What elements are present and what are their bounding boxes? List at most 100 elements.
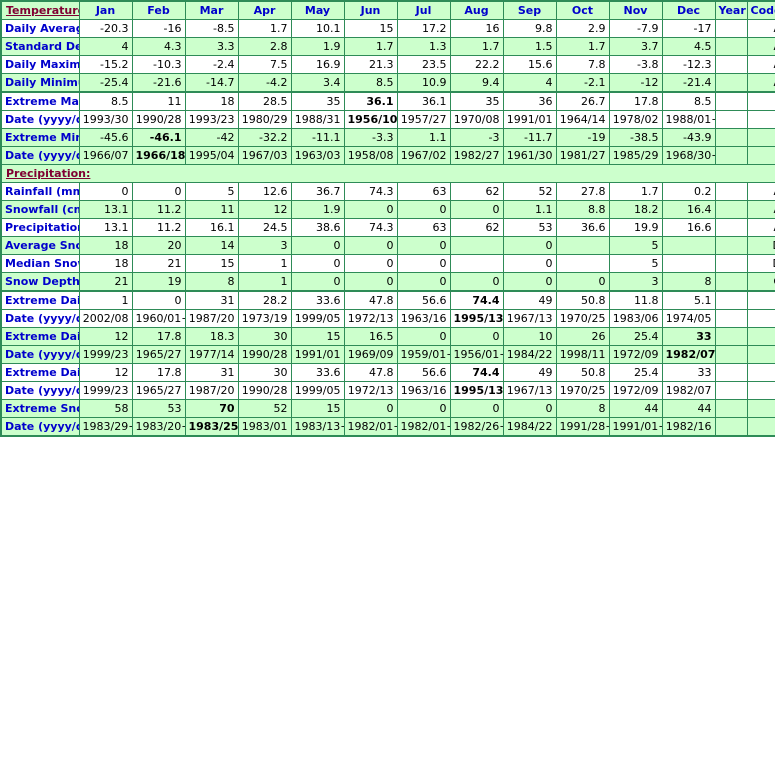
row-label: Extreme Daily Rainfall (mm)	[0, 290, 80, 310]
column-header-aug: Aug	[449, 0, 504, 20]
table-body: Temperature:JanFebMarAprMayJunJulAugSepO…	[0, 0, 775, 437]
cell-sep: 52	[502, 182, 557, 201]
cell-aug: 1956/01+	[449, 345, 504, 364]
cell-dec: 1982/07	[661, 381, 716, 400]
cell-jun: 74.3	[343, 182, 398, 201]
cell-sep: 1984/22	[502, 345, 557, 364]
cell-aug: 1970/08	[449, 110, 504, 129]
column-header-oct: Oct	[555, 0, 610, 20]
cell-dec: -12.3	[661, 55, 716, 74]
cell-sep: 1.5	[502, 37, 557, 56]
column-header-year: Year	[714, 0, 748, 20]
cell-sep: 0	[502, 254, 557, 273]
row-label: Extreme Daily Precipitation (mm)	[0, 363, 80, 382]
cell-oct: 0	[555, 272, 610, 292]
table-row: Median Snow Depth (cm)182115100005D	[0, 254, 775, 273]
cell-apr: 24.5	[237, 218, 292, 237]
cell-may: 15	[290, 399, 345, 418]
cell-year	[714, 290, 748, 310]
cell-apr: 1	[237, 254, 292, 273]
cell-oct: -2.1	[555, 73, 610, 93]
cell-apr: 3	[237, 236, 292, 255]
cell-jul: 17.2	[396, 19, 451, 38]
cell-jun: 15	[343, 19, 398, 38]
cell-apr: 1.7	[237, 19, 292, 38]
cell-jul: 0	[396, 399, 451, 418]
cell-jan: 1999/23	[78, 345, 133, 364]
cell-jun: 47.8	[343, 290, 398, 310]
cell-may: 1.9	[290, 200, 345, 219]
cell-mar: -14.7	[184, 73, 239, 93]
cell-nov: 17.8	[608, 91, 663, 111]
cell-year	[714, 236, 748, 255]
row-label: Average Snow Depth (cm)	[0, 236, 80, 255]
cell-mar: 18	[184, 91, 239, 111]
cell-may: 3.4	[290, 73, 345, 93]
cell-feb: 21	[131, 254, 186, 273]
cell-feb: 17.8	[131, 327, 186, 346]
table-row: Date (yyyy/dd)2002/081960/01+1987/201973…	[0, 309, 775, 328]
cell-apr: 1990/28	[237, 381, 292, 400]
cell-sep: 1967/13	[502, 381, 557, 400]
cell-mar: -2.4	[184, 55, 239, 74]
cell-oct	[555, 254, 610, 273]
cell-mar: 1987/20	[184, 381, 239, 400]
cell-dec: 0.2	[661, 182, 716, 201]
cell-code: A	[746, 218, 775, 237]
cell-jul: 1959/01+	[396, 345, 451, 364]
cell-feb: 17.8	[131, 363, 186, 382]
row-label: Extreme Snow Depth (cm)	[0, 399, 80, 418]
cell-apr: 1990/28	[237, 345, 292, 364]
cell-aug	[449, 236, 504, 255]
cell-jan: 18	[78, 254, 133, 273]
cell-nov: 25.4	[608, 327, 663, 346]
cell-oct: 1964/14	[555, 110, 610, 129]
cell-jul: 1963/16	[396, 309, 451, 328]
cell-jun: 0	[343, 399, 398, 418]
cell-oct: 1970/25	[555, 309, 610, 328]
cell-oct: 1991/28+	[555, 417, 610, 437]
cell-jul: 0	[396, 254, 451, 273]
cell-nov: 1972/09	[608, 345, 663, 364]
table-row: Date (yyyy/dd)1999/231965/271977/141990/…	[0, 345, 775, 364]
cell-mar: 1977/14	[184, 345, 239, 364]
cell-jul: 1.3	[396, 37, 451, 56]
cell-jan: -15.2	[78, 55, 133, 74]
cell-may: 16.9	[290, 55, 345, 74]
cell-dec: 1982/07	[661, 345, 716, 364]
cell-code	[746, 345, 775, 364]
cell-jul: 0	[396, 272, 451, 292]
cell-year	[714, 327, 748, 346]
cell-nov: 44	[608, 399, 663, 418]
cell-jan: 13.1	[78, 200, 133, 219]
table-row: Snow Depth at Month-end (cm)211981000000…	[0, 272, 775, 292]
cell-dec: 16.4	[661, 200, 716, 219]
cell-jan: 1993/30	[78, 110, 133, 129]
cell-may: 0	[290, 236, 345, 255]
cell-jul: 0	[396, 200, 451, 219]
cell-dec: 8	[661, 272, 716, 292]
cell-oct: 26.7	[555, 91, 610, 111]
cell-oct: 8.8	[555, 200, 610, 219]
table-row: Daily Minimum (°C)-25.4-21.6-14.7-4.23.4…	[0, 73, 775, 93]
cell-year	[714, 381, 748, 400]
cell-jan: 18	[78, 236, 133, 255]
cell-oct: 36.6	[555, 218, 610, 237]
cell-year	[714, 200, 748, 219]
cell-dec: -43.9	[661, 128, 716, 147]
cell-jan: 0	[78, 182, 133, 201]
cell-apr: -32.2	[237, 128, 292, 147]
cell-may: 36.7	[290, 182, 345, 201]
cell-oct	[555, 236, 610, 255]
column-header-sep: Sep	[502, 0, 557, 20]
cell-jan: 1	[78, 290, 133, 310]
cell-feb: -16	[131, 19, 186, 38]
cell-year	[714, 363, 748, 382]
cell-aug: 22.2	[449, 55, 504, 74]
cell-nov: 1983/06	[608, 309, 663, 328]
cell-dec: -17	[661, 19, 716, 38]
cell-mar: 1987/20	[184, 309, 239, 328]
cell-sep: 1961/30	[502, 146, 557, 165]
cell-dec: 1974/05	[661, 309, 716, 328]
cell-sep: 1991/01	[502, 110, 557, 129]
